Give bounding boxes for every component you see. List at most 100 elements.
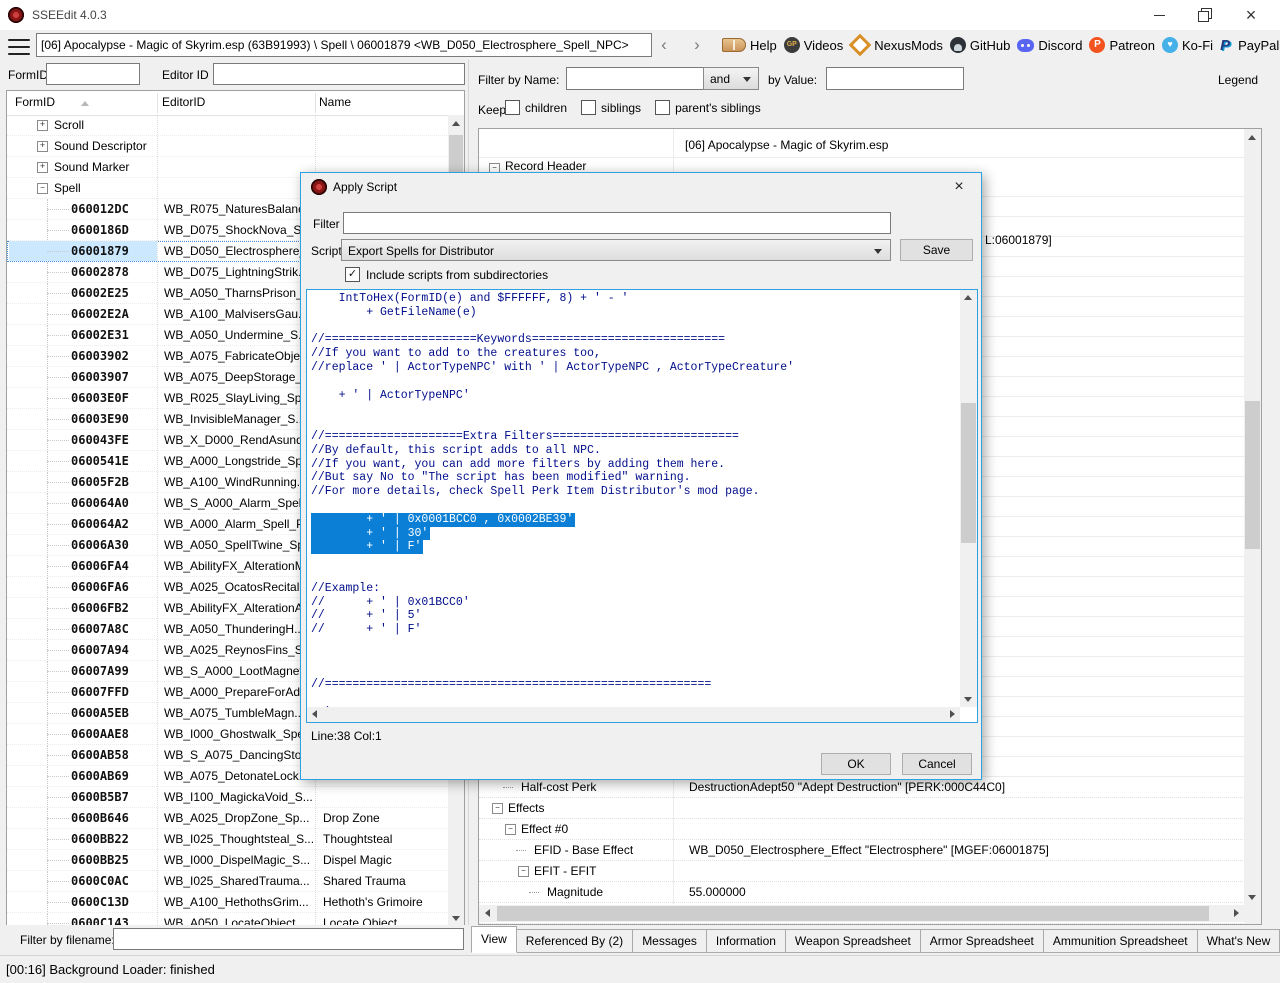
checkbox-icon[interactable] (655, 100, 670, 115)
record-row-half-cost-perk[interactable]: Half-cost PerkDestructionAdept50 "Adept … (479, 777, 1261, 798)
tab-messages[interactable]: Messages (633, 929, 707, 953)
collapse-icon[interactable] (505, 824, 516, 835)
tree-row[interactable]: 0600BB25WB_I000_DispelMagic_S...Dispel M… (7, 850, 447, 871)
tree-row-formid: 06005F2B (9, 472, 157, 492)
toolbar-link-videos[interactable]: Videos (784, 37, 844, 53)
tree-group-sound-descriptor[interactable]: Sound Descriptor (7, 136, 447, 157)
tab-information[interactable]: Information (707, 929, 786, 953)
scroll-up-icon[interactable] (1248, 135, 1256, 140)
record-row-efid-base-effect[interactable]: EFID - Base EffectWB_D050_Electrosphere_… (479, 840, 1261, 861)
scroll-down-icon[interactable] (1248, 895, 1256, 900)
toolbar-link-ko-fi[interactable]: Ko-Fi (1162, 37, 1213, 53)
tab-view[interactable]: View (471, 926, 517, 953)
close-button[interactable] (1228, 0, 1274, 30)
legend-link[interactable]: Legend (1218, 73, 1258, 87)
tab-armor-spreadsheet[interactable]: Armor Spreadsheet (921, 929, 1044, 953)
subdirs-option[interactable]: Include scripts from subdirectories (345, 267, 548, 282)
formid-filter-input[interactable] (46, 63, 140, 85)
checkbox-icon[interactable] (581, 100, 596, 115)
tree-row[interactable]: 0600B646WB_A025_DropZone_Sp...Drop Zone (7, 808, 447, 829)
code-line: + ' | 0x0001BCC0 , 0x0002BE39' (311, 513, 960, 527)
column-header-name[interactable]: Name (319, 95, 351, 109)
tab-referenced-by-2[interactable]: Referenced By (2) (517, 929, 633, 953)
minimize-button[interactable] (1136, 0, 1182, 30)
ok-button[interactable]: OK (821, 753, 891, 775)
tab-what-s-new[interactable]: What's New (1198, 929, 1280, 953)
script-code-editor[interactable]: IntToHex(FormID(e) and $FFFFFF, 8) + ' -… (306, 289, 978, 723)
expand-icon[interactable] (37, 120, 48, 131)
tab-weapon-spreadsheet[interactable]: Weapon Spreadsheet (786, 929, 921, 953)
scroll-right-icon[interactable] (950, 710, 955, 718)
tree-row[interactable]: 0600B5B7WB_I100_MagickaVoid_S... (7, 787, 447, 808)
tree-group-scroll[interactable]: Scroll (7, 115, 447, 136)
expand-icon[interactable] (37, 162, 48, 173)
collapse-icon[interactable] (492, 803, 503, 814)
column-header-editorid[interactable]: EditorID (162, 95, 205, 109)
menu-icon[interactable] (8, 37, 30, 57)
scroll-down-icon[interactable] (452, 916, 460, 921)
toolbar-link-help[interactable]: Help (722, 38, 777, 53)
code-line: // + ' | 5' (311, 609, 960, 623)
tree-stub (516, 850, 526, 851)
keep-option-parent-s-siblings[interactable]: parent's siblings (655, 100, 761, 115)
script-filter-input[interactable] (343, 212, 891, 234)
save-button[interactable]: Save (900, 239, 973, 261)
tree-row[interactable]: 0600C13DWB_A100_HethothsGrim...Hethoth's… (7, 892, 447, 913)
scroll-left-icon[interactable] (485, 909, 490, 917)
restore-button[interactable] (1182, 0, 1228, 30)
keep-option-children[interactable]: children (505, 100, 567, 115)
scroll-left-icon[interactable] (312, 710, 317, 718)
filter-operator-select[interactable]: and (703, 67, 759, 90)
toolbar-link-github[interactable]: GitHub (950, 37, 1010, 53)
scroll-up-icon[interactable] (964, 295, 972, 300)
editor-vertical-scrollbar[interactable] (960, 290, 977, 707)
editor-scroll-thumb[interactable] (961, 403, 976, 543)
code-line: IntToHex(FormID(e) and $FFFFFF, 8) + ' -… (311, 292, 960, 306)
nav-back-icon[interactable]: ‹ (655, 36, 673, 54)
script-select[interactable]: Export Spells for Distributor (341, 239, 891, 261)
record-scroll-thumb[interactable] (1245, 401, 1260, 549)
tab-ammunition-spreadsheet[interactable]: Ammunition Spreadsheet (1044, 929, 1198, 953)
column-header-formid[interactable]: FormID (15, 95, 89, 109)
expand-icon[interactable] (37, 141, 48, 152)
editor-horizontal-scrollbar[interactable] (307, 707, 960, 722)
toolbar-link-nexusmods[interactable]: NexusMods (850, 35, 943, 55)
plugin-column-header[interactable]: [06] Apocalypse - Magic of Skyrim.esp (685, 138, 888, 152)
record-hscroll-thumb[interactable] (497, 906, 1209, 921)
record-row-effects[interactable]: Effects (479, 798, 1261, 819)
filter-by-value-input[interactable] (826, 67, 964, 90)
code-line (311, 554, 960, 568)
tree-row[interactable]: 0600C0ACWB_I025_SharedTrauma...Shared Tr… (7, 871, 447, 892)
cancel-button[interactable]: Cancel (902, 753, 972, 775)
editorid-filter-input[interactable] (213, 63, 465, 85)
scroll-down-icon[interactable] (964, 697, 972, 702)
record-row-effect-0[interactable]: Effect #0 (479, 819, 1261, 840)
collapse-icon[interactable] (518, 866, 529, 877)
record-row-magnitude[interactable]: Magnitude55.000000 (479, 882, 1261, 903)
dialog-close-icon[interactable]: × (945, 175, 973, 199)
toolbar-link-patreon[interactable]: Patreon (1089, 37, 1155, 53)
filename-filter-input[interactable] (113, 928, 464, 950)
code-line: //For more details, check Spell Perk Ite… (311, 485, 960, 499)
nav-forward-icon[interactable]: › (688, 36, 706, 54)
filter-by-name-input[interactable] (566, 67, 704, 90)
record-vertical-scrollbar[interactable] (1244, 129, 1261, 924)
breadcrumb-path-input[interactable] (36, 33, 652, 57)
scroll-right-icon[interactable] (1234, 909, 1239, 917)
record-row-efit-efit[interactable]: EFIT - EFIT (479, 861, 1261, 882)
code-line (311, 402, 960, 416)
tree-row-editorid: WB_A000_PrepareForAd... (164, 682, 316, 702)
tree-row-name: Dispel Magic (323, 850, 445, 870)
tree-row-formid: 0600C13D (9, 892, 157, 912)
tree-row[interactable]: 0600BB22WB_I025_Thoughtsteal_S...Thought… (7, 829, 447, 850)
checkbox-icon[interactable] (505, 100, 520, 115)
dialog-title-bar[interactable]: Apply Script × (301, 173, 981, 201)
patreon-icon (1089, 37, 1105, 53)
toolbar-link-paypal[interactable]: PayPal (1220, 37, 1279, 53)
record-horizontal-scrollbar[interactable] (479, 905, 1245, 922)
toolbar-link-discord[interactable]: Discord (1017, 38, 1082, 53)
checkbox-checked-icon[interactable] (345, 267, 360, 282)
keep-option-siblings[interactable]: siblings (581, 100, 641, 115)
scroll-up-icon[interactable] (452, 121, 460, 126)
collapse-icon[interactable] (37, 183, 48, 194)
